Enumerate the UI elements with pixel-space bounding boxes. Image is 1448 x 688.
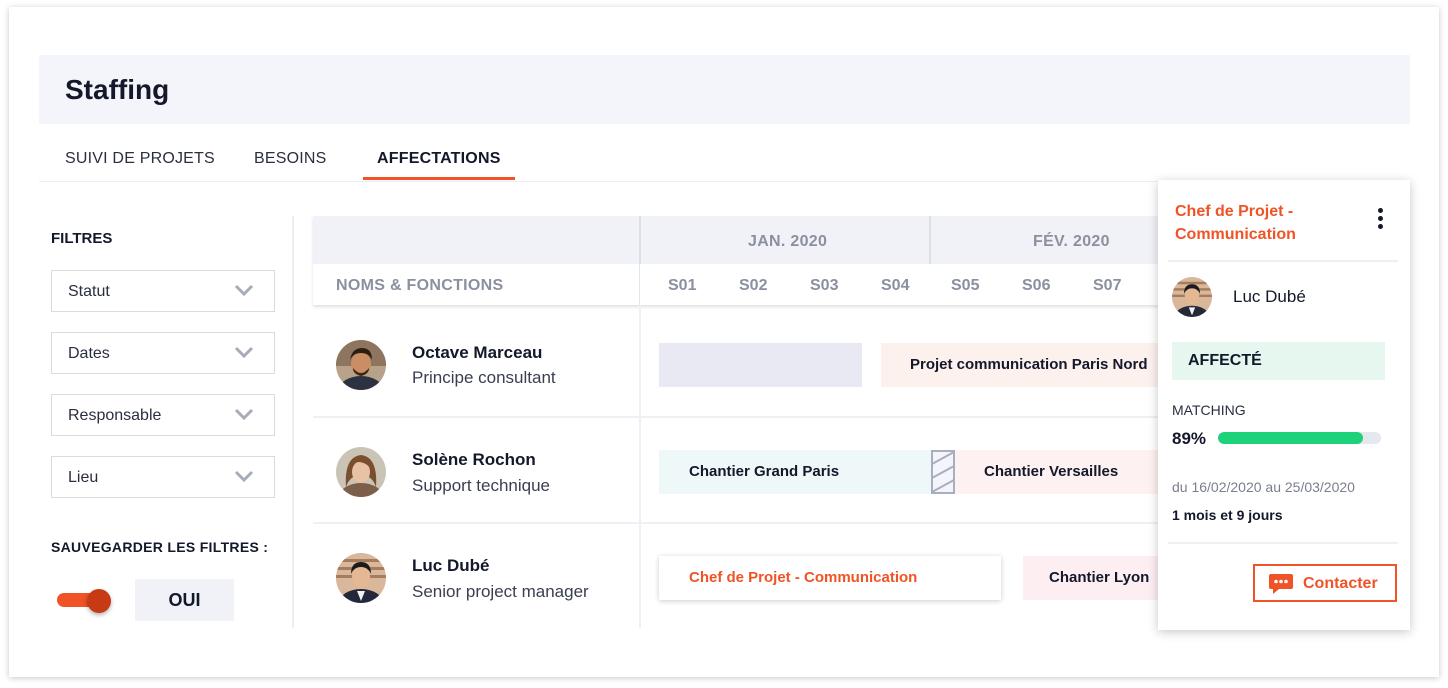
filter-dates-select[interactable]: Dates [51, 332, 275, 374]
chevron-down-icon [234, 470, 254, 483]
matching-progress-fill [1218, 432, 1364, 444]
person-name: Luc Dubé [412, 556, 490, 575]
assigned-person-name: Luc Dubé [1233, 287, 1306, 306]
week-label: S05 [951, 277, 980, 294]
matching-value: 89% [1172, 429, 1207, 448]
overlap-hatch-icon [931, 450, 955, 494]
filter-statut-select[interactable]: Statut [51, 270, 275, 312]
person-role: Senior project manager [412, 582, 589, 601]
names-column-header: NOMS & FONCTIONS [336, 277, 504, 294]
chevron-down-icon [234, 408, 254, 421]
assignment-bar[interactable]: Chantier Lyon [1023, 556, 1158, 600]
contact-button[interactable]: Contacter [1253, 564, 1397, 602]
month-divider [929, 216, 931, 264]
filter-responsable-select[interactable]: Responsable [51, 394, 275, 436]
assignment-duration: 1 mois et 9 jours [1172, 507, 1283, 523]
month-divider [639, 216, 641, 264]
matching-progress-bar [1218, 432, 1381, 444]
panel-divider [1168, 260, 1398, 262]
chevron-down-icon [234, 346, 254, 359]
tab-besoins[interactable]: BESOINS [254, 150, 327, 168]
month-label-feb: FÉV. 2020 [1033, 233, 1110, 250]
save-filters-toggle[interactable] [57, 589, 111, 613]
person-name: Solène Rochon [412, 450, 536, 469]
names-column-divider [639, 305, 641, 628]
assignment-bar-selected[interactable]: Chef de Projet - Communication [659, 556, 1001, 600]
filters-title: FILTRES [51, 230, 113, 247]
filter-responsable-label: Responsable [68, 407, 162, 424]
assignment-dates: du 16/02/2020 au 25/03/2020 [1172, 479, 1355, 495]
week-label: S07 [1093, 277, 1122, 294]
week-label: S03 [810, 277, 839, 294]
chevron-down-icon [234, 284, 254, 297]
filter-statut-label: Statut [68, 283, 110, 300]
panel-divider [1168, 542, 1398, 544]
chat-bubble-icon [1269, 574, 1293, 594]
filter-lieu-label: Lieu [68, 469, 99, 486]
filters-divider [292, 216, 294, 628]
avatar [336, 340, 386, 390]
timeline-header: JAN. 2020 FÉV. 2020 NOMS & FONCTIONS S01… [313, 216, 1163, 305]
week-label: S04 [881, 277, 910, 294]
panel-title: Chef de Projet - Communication [1175, 203, 1296, 243]
more-options-icon[interactable] [1377, 208, 1385, 234]
page-title: Staffing [65, 74, 170, 105]
assignment-bar[interactable]: Chantier Versailles [955, 450, 1158, 494]
save-filters-value[interactable]: OUI [135, 579, 234, 621]
row-divider [313, 522, 1158, 524]
assignment-bar[interactable]: Projet communication Paris Nord [881, 343, 1158, 387]
assignment-bar-empty[interactable] [659, 343, 862, 387]
page-header: Staffing [39, 55, 1410, 124]
week-label: S06 [1022, 277, 1051, 294]
filter-dates-label: Dates [68, 345, 110, 362]
assignment-bar[interactable]: Chantier Grand Paris [659, 450, 931, 494]
tab-bar: SUIVI DE PROJETS BESOINS AFFECTATIONS [39, 140, 1410, 182]
assignment-detail-panel: Chef de Projet - Communication Luc Dubé … [1158, 180, 1410, 630]
toggle-knob [87, 589, 111, 613]
column-divider [639, 264, 640, 305]
filter-lieu-select[interactable]: Lieu [51, 456, 275, 498]
week-label: S01 [668, 277, 697, 294]
tab-affectations[interactable]: AFFECTATIONS [377, 150, 501, 168]
tab-suivi-de-projets[interactable]: SUIVI DE PROJETS [65, 150, 215, 168]
person-role: Support technique [412, 476, 550, 495]
week-label: S02 [739, 277, 768, 294]
active-tab-indicator [363, 177, 515, 180]
avatar [1172, 277, 1212, 317]
contact-button-label: Contacter [1303, 575, 1378, 592]
row-divider [313, 416, 1158, 418]
person-role: Principe consultant [412, 368, 556, 387]
avatar [336, 553, 386, 603]
save-filters-label: SAUVEGARDER LES FILTRES : [51, 539, 269, 555]
avatar [336, 447, 386, 497]
month-label-jan: JAN. 2020 [748, 233, 828, 250]
matching-label: MATCHING [1172, 402, 1246, 418]
person-name: Octave Marceau [412, 343, 543, 362]
status-badge: AFFECTÉ [1172, 342, 1385, 380]
